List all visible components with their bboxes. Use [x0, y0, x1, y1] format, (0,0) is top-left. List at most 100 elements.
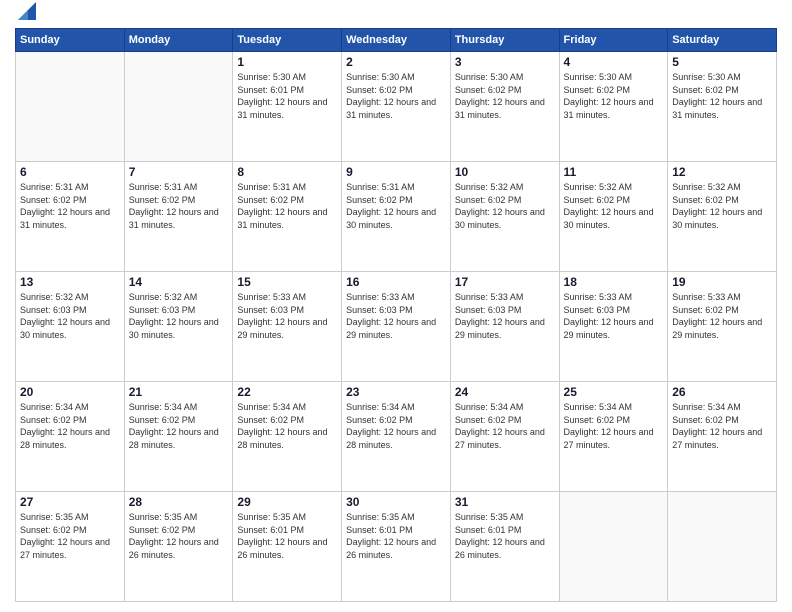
calendar-cell: 26 Sunrise: 5:34 AMSunset: 6:02 PMDayligh…: [668, 382, 777, 492]
calendar-cell: 25Sunrise: 5:34 AMSunset: 6:02 PMDayligh…: [559, 382, 668, 492]
calendar-cell: 2 Sunrise: 5:30 AMSunset: 6:02 PMDaylight…: [342, 52, 451, 162]
header: [15, 10, 777, 20]
week-row-5: 27 Sunrise: 5:35 AMSunset: 6:02 PMDayligh…: [16, 492, 777, 602]
calendar-header-thursday: Thursday: [450, 29, 559, 52]
calendar-table: SundayMondayTuesdayWednesdayThursdayFrid…: [15, 28, 777, 602]
day-info: Sunrise: 5:30 AMSunset: 6:02 PMDaylight:…: [564, 71, 664, 121]
day-info: Sunrise: 5:34 AMSunset: 6:02 PMDaylight:…: [455, 401, 555, 451]
calendar-cell: 16Sunrise: 5:33 AMSunset: 6:03 PMDayligh…: [342, 272, 451, 382]
day-info: Sunrise: 5:32 AMSunset: 6:03 PMDaylight:…: [129, 291, 229, 341]
day-number: 20: [20, 385, 120, 399]
day-number: 7: [129, 165, 229, 179]
day-info: Sunrise: 5:34 AMSunset: 6:02 PMDaylight:…: [237, 401, 337, 451]
calendar-cell: 10 Sunrise: 5:32 AMSunset: 6:02 PMDayligh…: [450, 162, 559, 272]
day-number: 27: [20, 495, 120, 509]
day-number: 5: [672, 55, 772, 69]
calendar-cell: 15 Sunrise: 5:33 AMSunset: 6:03 PMDayligh…: [233, 272, 342, 382]
day-number: 10: [455, 165, 555, 179]
day-info: Sunrise: 5:33 AMSunset: 6:03 PMDaylight:…: [564, 291, 664, 341]
week-row-2: 6 Sunrise: 5:31 AMSunset: 6:02 PMDaylight…: [16, 162, 777, 272]
day-number: 22: [237, 385, 337, 399]
day-info: Sunrise: 5:30 AMSunset: 6:02 PMDaylight:…: [455, 71, 555, 121]
day-number: 1: [237, 55, 337, 69]
calendar-cell: 7Sunrise: 5:31 AMSunset: 6:02 PMDaylight…: [124, 162, 233, 272]
day-number: 13: [20, 275, 120, 289]
calendar-cell: [668, 492, 777, 602]
day-info: Sunrise: 5:30 AMSunset: 6:02 PMDaylight:…: [346, 71, 446, 121]
calendar-cell: 12Sunrise: 5:32 AMSunset: 6:02 PMDayligh…: [668, 162, 777, 272]
calendar-cell: 27 Sunrise: 5:35 AMSunset: 6:02 PMDayligh…: [16, 492, 125, 602]
calendar-cell: [16, 52, 125, 162]
day-info: Sunrise: 5:30 AMSunset: 6:02 PMDaylight:…: [672, 71, 772, 121]
day-number: 24: [455, 385, 555, 399]
day-info: Sunrise: 5:34 AMSunset: 6:02 PMDaylight:…: [346, 401, 446, 451]
calendar-header-saturday: Saturday: [668, 29, 777, 52]
logo: [15, 10, 36, 20]
calendar-cell: 3Sunrise: 5:30 AMSunset: 6:02 PMDaylight…: [450, 52, 559, 162]
calendar-header-tuesday: Tuesday: [233, 29, 342, 52]
day-number: 29: [237, 495, 337, 509]
day-number: 16: [346, 275, 446, 289]
day-number: 17: [455, 275, 555, 289]
calendar-cell: 31Sunrise: 5:35 AMSunset: 6:01 PMDayligh…: [450, 492, 559, 602]
day-info: Sunrise: 5:34 AMSunset: 6:02 PMDaylight:…: [672, 401, 772, 451]
day-number: 9: [346, 165, 446, 179]
calendar-cell: 29 Sunrise: 5:35 AMSunset: 6:01 PMDayligh…: [233, 492, 342, 602]
day-info: Sunrise: 5:33 AMSunset: 6:03 PMDaylight:…: [455, 291, 555, 341]
calendar-header-monday: Monday: [124, 29, 233, 52]
calendar-header-wednesday: Wednesday: [342, 29, 451, 52]
calendar-cell: 1 Sunrise: 5:30 AMSunset: 6:01 PMDaylight…: [233, 52, 342, 162]
day-number: 2: [346, 55, 446, 69]
calendar-cell: 23Sunrise: 5:34 AMSunset: 6:02 PMDayligh…: [342, 382, 451, 492]
day-number: 30: [346, 495, 446, 509]
day-number: 14: [129, 275, 229, 289]
calendar-cell: [559, 492, 668, 602]
calendar-cell: 21 Sunrise: 5:34 AMSunset: 6:02 PMDayligh…: [124, 382, 233, 492]
calendar-cell: 11Sunrise: 5:32 AMSunset: 6:02 PMDayligh…: [559, 162, 668, 272]
day-number: 28: [129, 495, 229, 509]
day-info: Sunrise: 5:32 AMSunset: 6:03 PMDaylight:…: [20, 291, 120, 341]
day-info: Sunrise: 5:35 AMSunset: 6:01 PMDaylight:…: [346, 511, 446, 561]
calendar-header-row: SundayMondayTuesdayWednesdayThursdayFrid…: [16, 29, 777, 52]
day-number: 26: [672, 385, 772, 399]
day-info: Sunrise: 5:33 AMSunset: 6:03 PMDaylight:…: [237, 291, 337, 341]
week-row-1: 1 Sunrise: 5:30 AMSunset: 6:01 PMDaylight…: [16, 52, 777, 162]
calendar-cell: 13 Sunrise: 5:32 AMSunset: 6:03 PMDayligh…: [16, 272, 125, 382]
day-info: Sunrise: 5:32 AMSunset: 6:02 PMDaylight:…: [455, 181, 555, 231]
calendar-cell: 24 Sunrise: 5:34 AMSunset: 6:02 PMDayligh…: [450, 382, 559, 492]
day-number: 19: [672, 275, 772, 289]
day-number: 12: [672, 165, 772, 179]
calendar-cell: [124, 52, 233, 162]
day-number: 15: [237, 275, 337, 289]
logo-icon: [18, 2, 36, 20]
day-number: 6: [20, 165, 120, 179]
day-info: Sunrise: 5:35 AMSunset: 6:02 PMDaylight:…: [129, 511, 229, 561]
calendar-cell: 5 Sunrise: 5:30 AMSunset: 6:02 PMDaylight…: [668, 52, 777, 162]
calendar-cell: 6Sunrise: 5:31 AMSunset: 6:02 PMDaylight…: [16, 162, 125, 272]
day-number: 8: [237, 165, 337, 179]
day-info: Sunrise: 5:35 AMSunset: 6:02 PMDaylight:…: [20, 511, 120, 561]
day-number: 18: [564, 275, 664, 289]
day-info: Sunrise: 5:31 AMSunset: 6:02 PMDaylight:…: [237, 181, 337, 231]
calendar-cell: 30 Sunrise: 5:35 AMSunset: 6:01 PMDayligh…: [342, 492, 451, 602]
day-number: 4: [564, 55, 664, 69]
page: SundayMondayTuesdayWednesdayThursdayFrid…: [0, 0, 792, 612]
calendar-header-friday: Friday: [559, 29, 668, 52]
week-row-3: 13 Sunrise: 5:32 AMSunset: 6:03 PMDayligh…: [16, 272, 777, 382]
day-number: 25: [564, 385, 664, 399]
day-info: Sunrise: 5:30 AMSunset: 6:01 PMDaylight:…: [237, 71, 337, 121]
calendar-cell: 22 Sunrise: 5:34 AMSunset: 6:02 PMDayligh…: [233, 382, 342, 492]
day-info: Sunrise: 5:35 AMSunset: 6:01 PMDaylight:…: [455, 511, 555, 561]
calendar-cell: 20 Sunrise: 5:34 AMSunset: 6:02 PMDayligh…: [16, 382, 125, 492]
day-info: Sunrise: 5:35 AMSunset: 6:01 PMDaylight:…: [237, 511, 337, 561]
day-info: Sunrise: 5:34 AMSunset: 6:02 PMDaylight:…: [129, 401, 229, 451]
calendar-cell: 28 Sunrise: 5:35 AMSunset: 6:02 PMDayligh…: [124, 492, 233, 602]
calendar-cell: 18 Sunrise: 5:33 AMSunset: 6:03 PMDayligh…: [559, 272, 668, 382]
day-info: Sunrise: 5:33 AMSunset: 6:02 PMDaylight:…: [672, 291, 772, 341]
week-row-4: 20 Sunrise: 5:34 AMSunset: 6:02 PMDayligh…: [16, 382, 777, 492]
calendar-cell: 14 Sunrise: 5:32 AMSunset: 6:03 PMDayligh…: [124, 272, 233, 382]
calendar-cell: 9Sunrise: 5:31 AMSunset: 6:02 PMDaylight…: [342, 162, 451, 272]
day-number: 21: [129, 385, 229, 399]
calendar-cell: 8 Sunrise: 5:31 AMSunset: 6:02 PMDaylight…: [233, 162, 342, 272]
day-info: Sunrise: 5:34 AMSunset: 6:02 PMDaylight:…: [20, 401, 120, 451]
